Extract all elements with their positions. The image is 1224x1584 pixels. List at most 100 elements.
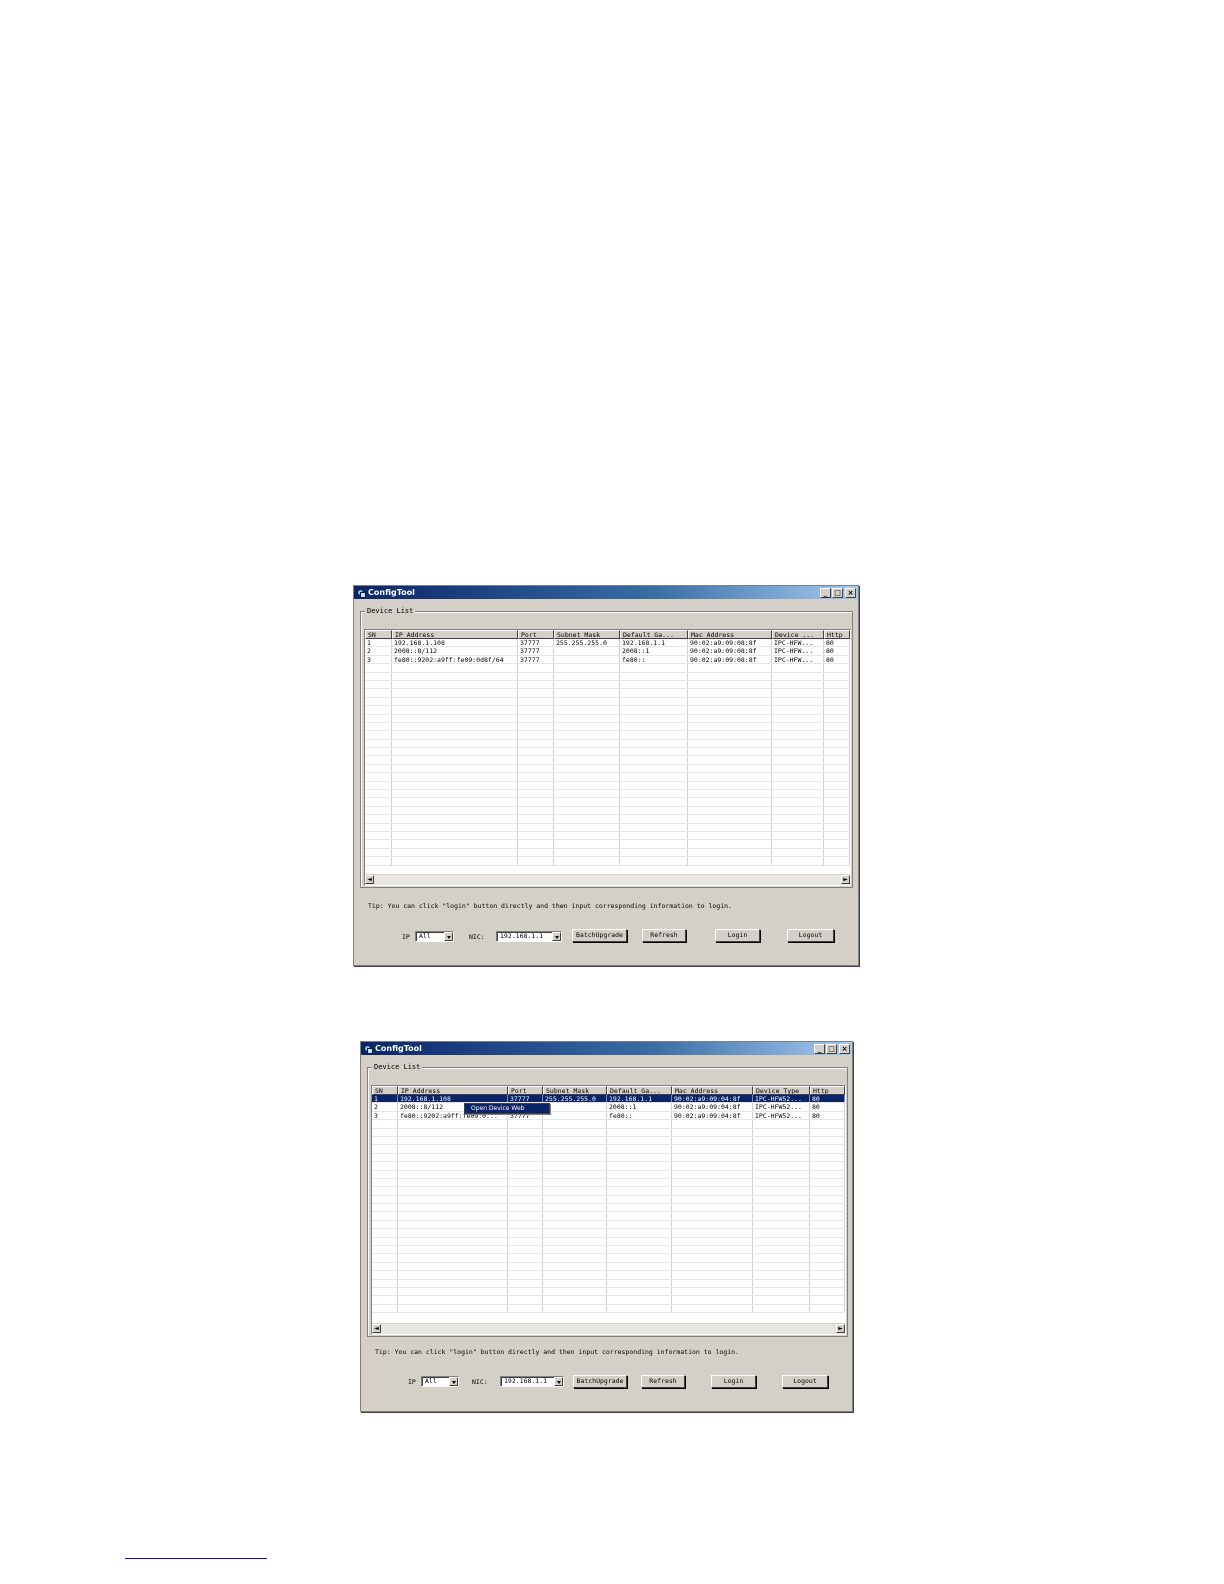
table-row[interactable] [365,831,850,841]
title-bar[interactable]: ConfigTool _ □ × [361,1042,852,1055]
table-row[interactable]: 2 2008::8/112 37777 2008::1 90:02:a9:09:08:8… [365,647,850,656]
login-button[interactable]: Login [711,1375,756,1388]
close-button[interactable]: × [845,588,856,598]
table-row[interactable]: 3 fe80::9202:a9ff:fe09:0... 37777 fe80:: 90:… [372,1111,845,1121]
minimize-button[interactable]: _ [814,1044,825,1054]
horizontal-scrollbar[interactable]: ◄ ► [372,1323,845,1334]
column-header[interactable]: Port [518,630,554,639]
table-row[interactable] [365,781,850,791]
logout-button[interactable]: Logout [787,929,834,942]
table-row[interactable] [372,1145,845,1154]
device-table[interactable]: SN IP Address Port Subnet Mask Default Ga...… [364,629,851,886]
table-row[interactable] [365,773,850,782]
table-row[interactable] [372,1136,845,1146]
table-row[interactable] [365,857,850,866]
maximize-button[interactable]: □ [832,588,843,598]
title-bar[interactable]: ConfigTool _ □ × [354,586,858,599]
table-row[interactable] [372,1187,845,1196]
table-row[interactable] [365,798,850,807]
scroll-left-button[interactable]: ◄ [365,875,374,884]
device-table[interactable]: SN IP Address Port Subnet Mask Default Ga...… [371,1085,846,1335]
nic-select[interactable]: 192.168.1.1 [496,931,562,942]
column-header[interactable]: Http [824,630,850,639]
table-row[interactable] [372,1262,845,1272]
table-row[interactable] [372,1204,845,1213]
table-row[interactable] [365,815,850,824]
column-header[interactable]: IP Address [392,630,518,639]
table-row[interactable] [365,697,850,707]
column-header[interactable]: Mac Address [672,1086,753,1095]
chevron-down-icon[interactable] [444,932,453,941]
scroll-left-button[interactable]: ◄ [372,1324,381,1333]
batch-upgrade-button[interactable]: BatchUpgrade [572,929,627,942]
table-row[interactable] [365,764,850,774]
table-row[interactable]: 22008::8/112377772008::190:02:a9:09:04:8… [372,1103,845,1112]
table-row[interactable] [372,1229,845,1238]
table-row[interactable] [372,1287,845,1297]
column-header[interactable]: Default Ga... [607,1086,672,1095]
table-row[interactable] [372,1195,845,1205]
refresh-button[interactable]: Refresh [641,1375,685,1388]
column-header[interactable]: Device Type [753,1086,810,1095]
table-row[interactable] [372,1220,845,1230]
table-row[interactable]: 1 192.168.1.108 37777 255.255.255.0 192.168.… [372,1095,845,1104]
nic-select[interactable]: 192.168.1.1 [500,1376,564,1387]
table-row[interactable] [372,1237,845,1247]
table-row[interactable] [372,1254,845,1263]
table-row[interactable] [372,1128,845,1137]
column-header[interactable]: Default Ga... [620,630,688,639]
table-row[interactable] [372,1120,845,1129]
table-row[interactable] [372,1304,845,1314]
table-row[interactable] [372,1271,845,1280]
table-row[interactable] [365,722,850,732]
scroll-right-button[interactable]: ► [841,875,850,884]
table-row[interactable] [365,739,850,749]
login-button[interactable]: Login [715,929,760,942]
minimize-button[interactable]: _ [820,588,831,598]
column-header[interactable]: Port [508,1086,543,1095]
table-row[interactable] [372,1212,845,1221]
scroll-right-button[interactable]: ► [836,1324,845,1333]
column-header[interactable]: Http [810,1086,845,1095]
table-row[interactable] [365,672,850,681]
column-header[interactable]: Mac Address [688,630,772,639]
batch-upgrade-button[interactable]: BatchUpgrade [573,1375,627,1388]
table-row[interactable] [372,1279,845,1288]
context-menu-open-device-web[interactable]: Open Device Web [464,1103,550,1114]
table-row[interactable] [365,748,850,757]
column-header[interactable]: SN [372,1086,398,1095]
table-row[interactable] [372,1170,845,1179]
table-row[interactable] [365,756,850,765]
chevron-down-icon[interactable] [449,1377,458,1386]
table-row[interactable]: 3 fe80::9202:a9ff:fe09:0d8f/64 37777 fe80::… [365,655,850,665]
table-row[interactable] [372,1178,845,1188]
column-header[interactable]: Subnet Mask [554,630,620,639]
chevron-down-icon[interactable] [552,932,561,941]
column-header[interactable]: SN [365,630,392,639]
table-row[interactable] [365,664,850,673]
table-row[interactable] [372,1153,845,1163]
table-row[interactable] [365,689,850,698]
table-row[interactable] [365,714,850,723]
table-row[interactable] [365,823,850,832]
ip-filter-select[interactable]: All [415,931,454,942]
logout-button[interactable]: Logout [782,1375,828,1388]
column-header[interactable]: Device ... [772,630,824,639]
chevron-down-icon[interactable] [554,1377,563,1386]
maximize-button[interactable]: □ [826,1044,837,1054]
table-row[interactable] [365,848,850,858]
column-header[interactable]: IP Address [398,1086,508,1095]
horizontal-scrollbar[interactable]: ◄ ► [365,874,850,885]
column-header[interactable]: Subnet Mask [543,1086,607,1095]
close-button[interactable]: × [839,1044,850,1054]
table-row[interactable] [372,1296,845,1305]
table-row[interactable] [365,680,850,690]
table-row[interactable] [365,790,850,799]
table-row[interactable] [365,706,850,715]
refresh-button[interactable]: Refresh [642,929,686,942]
table-row[interactable] [365,840,850,849]
table-row[interactable] [365,731,850,740]
table-row[interactable] [372,1162,845,1171]
table-row[interactable] [365,806,850,816]
ip-filter-select[interactable]: All [421,1376,459,1387]
